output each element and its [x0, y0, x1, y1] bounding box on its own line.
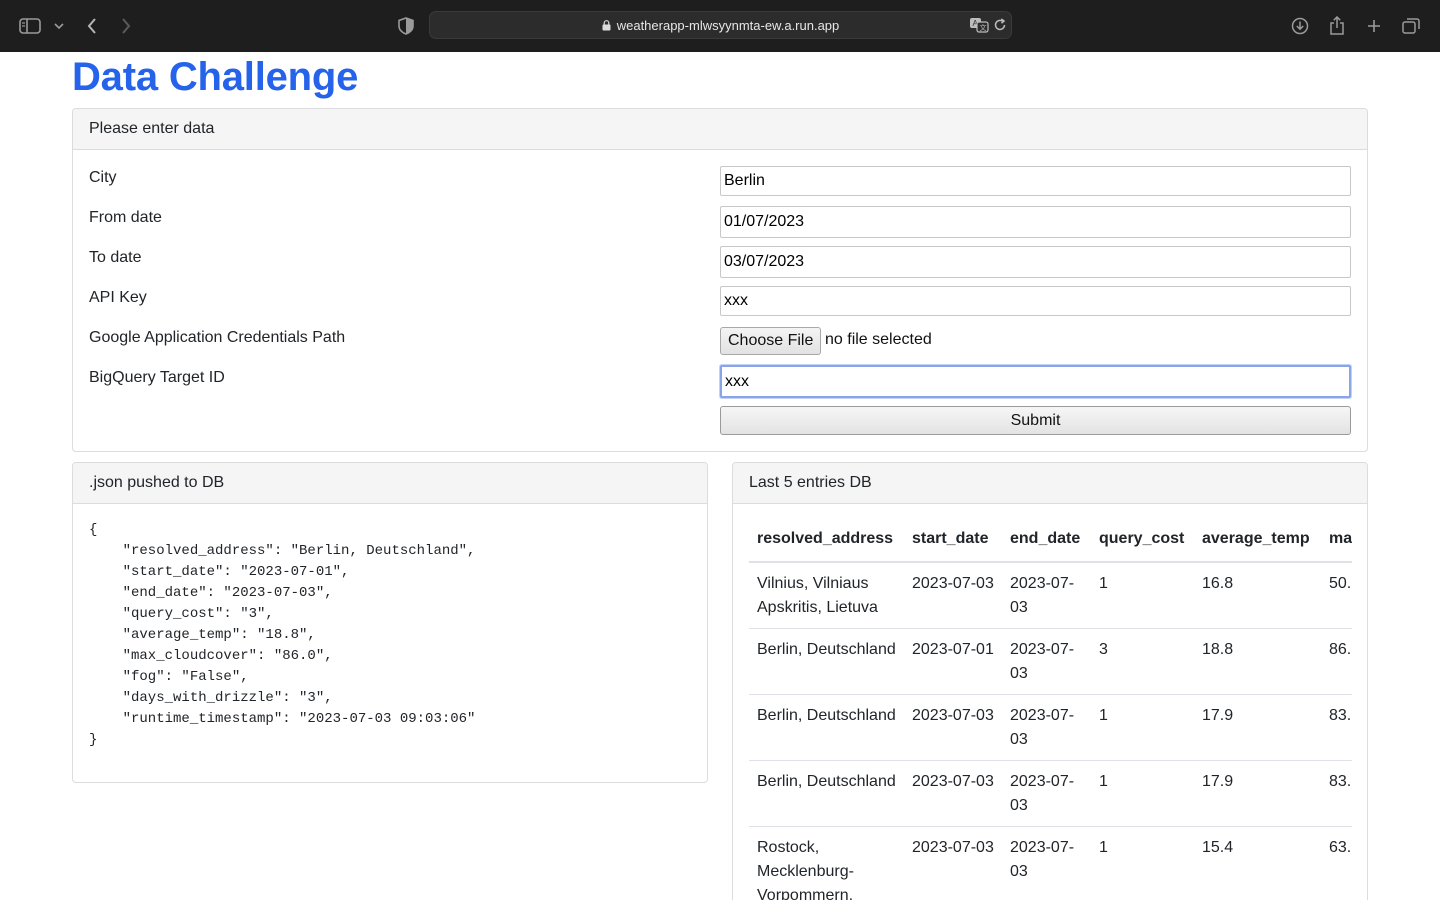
to-date-row: To date [89, 246, 1351, 281]
column-header[interactable]: end_date [1002, 521, 1091, 563]
url-text: weatherapp-mlwsyynmta-ew.a.run.app [616, 18, 840, 33]
from-date-row: From date [89, 206, 1351, 241]
table-cell: 86. [1321, 628, 1352, 695]
address-bar[interactable]: weatherapp-mlwsyynmta-ew.a.run.app A文 [429, 11, 1012, 39]
submit-row: Submit [89, 406, 1351, 436]
table-cell: Vilnius, Vilniaus Apskritis, Lietuva [749, 562, 904, 629]
json-content: { "resolved_address": "Berlin, Deutschla… [89, 522, 476, 748]
table-cell: 83. [1321, 760, 1352, 827]
credentials-label: Google Application Credentials Path [89, 329, 346, 346]
bigquery-label: BigQuery Target ID [89, 369, 225, 386]
table-cell: 17.9 [1194, 760, 1321, 827]
from-date-label: From date [89, 209, 162, 226]
table-cell: 3 [1091, 628, 1194, 695]
column-header[interactable]: start_date [904, 521, 1002, 563]
db-card-header: Last 5 entries DB [733, 463, 1367, 504]
json-pushed-card: .json pushed to DB { "resolved_address":… [72, 462, 708, 783]
table-cell: 18.8 [1194, 628, 1321, 695]
input-form-card: Please enter data City From date To date… [72, 108, 1368, 452]
column-header[interactable]: query_cost [1091, 521, 1194, 563]
forward-icon[interactable] [114, 14, 138, 38]
shield-icon[interactable] [394, 14, 418, 38]
choose-file-button[interactable]: Choose File [720, 327, 822, 355]
json-card-header: .json pushed to DB [73, 463, 707, 504]
credentials-row: Google Application Credentials Path Choo… [89, 327, 1351, 361]
table-cell: 1 [1091, 694, 1194, 761]
table-cell: 1 [1091, 826, 1194, 900]
bigquery-row: BigQuery Target ID [89, 365, 1351, 405]
bigquery-target-input[interactable] [720, 365, 1351, 398]
column-header[interactable]: resolved_address [749, 521, 904, 563]
table-cell: 2023-07-01 [904, 628, 1002, 695]
file-status-text: no file selected [825, 331, 932, 348]
tabs-overview-icon[interactable] [1399, 14, 1423, 38]
column-header[interactable]: ma [1321, 521, 1352, 563]
table-cell: 83. [1321, 694, 1352, 761]
table-cell: 2023-07-03 [1002, 760, 1091, 827]
chevron-down-icon[interactable] [47, 14, 71, 38]
entries-table-scroll[interactable]: resolved_address start_date end_date que… [749, 521, 1352, 900]
table-cell: 1 [1091, 760, 1194, 827]
to-date-input[interactable] [720, 246, 1351, 278]
from-date-input[interactable] [720, 206, 1351, 238]
reload-icon[interactable] [993, 18, 1007, 37]
table-cell: 2023-07-03 [904, 562, 1002, 629]
table-cell: Berlin, Deutschland [749, 694, 904, 761]
table-cell: 2023-07-03 [904, 826, 1002, 900]
city-label: City [89, 169, 117, 186]
table-cell: 2023-07-03 [1002, 694, 1091, 761]
last-entries-card: Last 5 entries DB resolved_address start… [732, 462, 1368, 900]
table-row: Rostock, Mecklenburg-Vorpommern, 2023-07… [749, 826, 1352, 900]
city-row: City [89, 166, 1351, 201]
table-cell: 2023-07-03 [1002, 628, 1091, 695]
svg-text:文: 文 [980, 23, 987, 32]
table-row: Berlin, Deutschland 2023-07-03 2023-07-0… [749, 760, 1352, 827]
table-row: Vilnius, Vilniaus Apskritis, Lietuva 202… [749, 562, 1352, 629]
new-tab-icon[interactable] [1362, 14, 1386, 38]
table-cell: 16.8 [1194, 562, 1321, 629]
table-row: Berlin, Deutschland 2023-07-01 2023-07-0… [749, 628, 1352, 695]
table-cell: 1 [1091, 562, 1194, 629]
to-date-label: To date [89, 249, 142, 266]
api-key-row: API Key [89, 286, 1351, 321]
form-card-header: Please enter data [73, 109, 1367, 150]
table-header-row: resolved_address start_date end_date que… [749, 521, 1352, 563]
table-row: Berlin, Deutschland 2023-07-03 2023-07-0… [749, 694, 1352, 761]
api-key-input[interactable] [720, 286, 1351, 316]
entries-table: resolved_address start_date end_date que… [749, 521, 1352, 900]
table-cell: 63. [1321, 826, 1352, 900]
table-cell: 2023-07-03 [1002, 826, 1091, 900]
table-cell: 15.4 [1194, 826, 1321, 900]
lock-icon [602, 20, 611, 31]
table-cell: 2023-07-03 [904, 760, 1002, 827]
table-cell: Berlin, Deutschland [749, 628, 904, 695]
table-cell: Rostock, Mecklenburg-Vorpommern, [749, 826, 904, 900]
table-cell: 2023-07-03 [904, 694, 1002, 761]
column-header[interactable]: average_temp [1194, 521, 1321, 563]
city-input[interactable] [720, 166, 1351, 196]
translate-icon[interactable]: A文 [969, 17, 989, 38]
submit-button[interactable]: Submit [720, 406, 1351, 435]
table-cell: 2023-07-03 [1002, 562, 1091, 629]
page-title: Data Challenge [72, 55, 359, 99]
sidebar-icon[interactable] [18, 14, 42, 38]
share-icon[interactable] [1325, 14, 1349, 38]
back-icon[interactable] [80, 14, 104, 38]
api-key-label: API Key [89, 289, 147, 306]
browser-toolbar: weatherapp-mlwsyynmta-ew.a.run.app A文 [0, 0, 1440, 52]
table-cell: 17.9 [1194, 694, 1321, 761]
table-cell: Berlin, Deutschland [749, 760, 904, 827]
table-cell: 50. [1321, 562, 1352, 629]
download-icon[interactable] [1288, 14, 1312, 38]
